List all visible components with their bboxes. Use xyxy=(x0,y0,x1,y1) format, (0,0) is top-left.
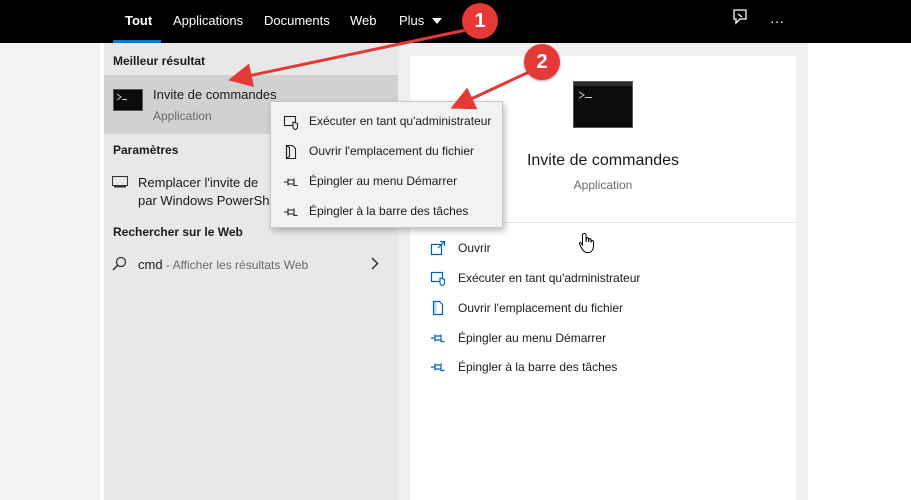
web-search-query-text: cmd xyxy=(138,257,163,272)
web-search-query: cmd - Afficher les résultats Web xyxy=(138,257,308,272)
tab-documents[interactable]: Documents xyxy=(264,0,330,43)
context-run-as-admin-label: Exécuter en tant qu'administrateur xyxy=(309,114,492,128)
background-strip xyxy=(0,43,100,500)
file-location-icon xyxy=(432,300,444,316)
context-pin-to-taskbar-label: Épingler à la barre des tâches xyxy=(309,204,469,218)
action-pin-to-taskbar-label: Épingler à la barre des tâches xyxy=(458,360,618,374)
web-search-suffix: - Afficher les résultats Web xyxy=(162,258,309,272)
action-open-file-location[interactable]: Ouvrir l'emplacement du fichier xyxy=(430,296,790,322)
annotation-badge-2: 2 xyxy=(524,44,560,80)
context-menu: Exécuter en tant qu'administrateur Ouvri… xyxy=(270,101,503,228)
search-icon xyxy=(112,256,127,271)
cmd-app-large-icon xyxy=(573,81,633,128)
tab-more[interactable]: Plus xyxy=(399,0,442,43)
chevron-down-icon xyxy=(431,18,442,24)
best-match-type: Application xyxy=(153,109,212,123)
chevron-right-icon[interactable] xyxy=(371,257,379,270)
hand-cursor-icon xyxy=(578,232,594,253)
action-pin-to-taskbar[interactable]: Épingler à la barre des tâches xyxy=(430,355,790,381)
context-pin-to-start-label: Épingler au menu Démarrer xyxy=(309,174,458,188)
annotation-badge-1: 1 xyxy=(462,3,498,39)
context-open-file-location[interactable]: Ouvrir l'emplacement du fichier xyxy=(271,137,502,167)
action-pin-to-start-label: Épingler au menu Démarrer xyxy=(458,331,607,345)
tab-all[interactable]: Tout xyxy=(125,0,152,43)
context-run-as-admin[interactable]: Exécuter en tant qu'administrateur xyxy=(271,107,502,137)
run-as-admin-icon xyxy=(430,271,446,286)
action-run-as-admin[interactable]: Exécuter en tant qu'administrateur xyxy=(430,266,790,292)
pin-icon xyxy=(284,178,298,187)
best-match-name: Invite de commandes xyxy=(153,87,277,102)
context-open-file-location-label: Ouvrir l'emplacement du fichier xyxy=(309,144,475,158)
pin-icon xyxy=(284,208,298,217)
settings-item-line2: par Windows PowerSh xyxy=(138,193,270,208)
pin-icon xyxy=(431,334,445,343)
run-as-admin-icon xyxy=(283,115,299,130)
tab-more-label: Plus xyxy=(399,13,425,28)
action-run-as-admin-label: Exécuter en tant qu'administrateur xyxy=(458,271,641,285)
context-pin-to-taskbar[interactable]: Épingler à la barre des tâches xyxy=(271,197,502,227)
file-location-icon xyxy=(285,144,297,160)
best-match-heading: Meilleur résultat xyxy=(113,54,206,68)
more-icon[interactable]: ··· xyxy=(764,8,790,34)
search-top-bar: Tout Applications Documents Web Plus ··· xyxy=(0,0,911,43)
action-open-label: Ouvrir xyxy=(458,241,491,255)
settings-heading: Paramètres xyxy=(113,143,179,157)
tab-applications[interactable]: Applications xyxy=(173,0,243,43)
context-pin-to-start[interactable]: Épingler au menu Démarrer xyxy=(271,167,502,197)
action-open-file-location-label: Ouvrir l'emplacement du fichier xyxy=(458,301,624,315)
tab-web[interactable]: Web xyxy=(350,0,377,43)
cmd-app-icon xyxy=(113,89,143,111)
feedback-icon[interactable] xyxy=(727,8,753,34)
open-icon xyxy=(430,240,446,256)
action-pin-to-start[interactable]: Épingler au menu Démarrer xyxy=(430,326,790,352)
pin-icon xyxy=(431,363,445,372)
settings-item-line1: Remplacer l'invite de xyxy=(138,175,259,190)
monitor-icon xyxy=(112,176,128,188)
action-open[interactable]: Ouvrir xyxy=(430,236,790,262)
web-search-heading: Rechercher sur le Web xyxy=(113,225,243,239)
